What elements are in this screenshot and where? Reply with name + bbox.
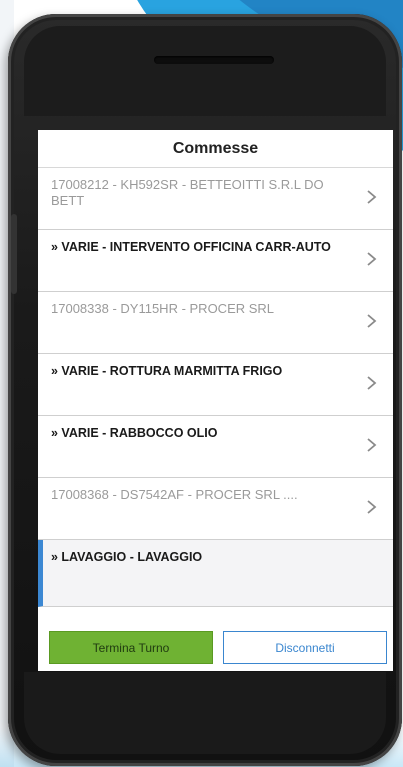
speaker-grille (154, 56, 274, 64)
list-item-label: 17008338 - DY115HR - PROCER SRL (51, 301, 275, 316)
chevron-right-icon (366, 500, 378, 514)
dialog-footer: Termina Turno Disconnetti (38, 621, 393, 671)
termina-turno-button[interactable]: Termina Turno (49, 631, 213, 664)
phone-side-button (11, 214, 17, 294)
phone-bottom-bezel (24, 672, 386, 754)
dialog-title: Commesse (38, 130, 393, 168)
list-item-label: » LAVAGGIO - LAVAGGIO (51, 550, 203, 564)
chevron-right-icon (366, 190, 378, 204)
list-item-label: 17008368 - DS7542AF - PROCER SRL .... (51, 487, 298, 502)
chevron-right-icon (366, 252, 378, 266)
list-item-label: » VARIE - INTERVENTO OFFICINA CARR-AUTO (51, 240, 331, 254)
chevron-right-icon (366, 376, 378, 390)
commesse-list: 17008212 - KH592SR - BETTEOITTI S.R.L DO… (38, 168, 393, 607)
phone-top-bezel (24, 26, 386, 116)
chevron-right-icon (366, 314, 378, 328)
list-item[interactable]: » VARIE - INTERVENTO OFFICINA CARR-AUTO (38, 230, 393, 292)
list-item-label: » VARIE - ROTTURA MARMITTA FRIGO (51, 364, 283, 378)
list-item[interactable]: » VARIE - RABBOCCO OLIO (38, 416, 393, 478)
list-item[interactable]: » VARIE - ROTTURA MARMITTA FRIGO (38, 354, 393, 416)
list-item-label: 17008212 - KH592SR - BETTEOITTI S.R.L DO… (51, 177, 324, 208)
list-item[interactable]: 17008212 - KH592SR - BETTEOITTI S.R.L DO… (38, 168, 393, 230)
phone-frame: Commesse 17008212 - KH592SR - BETTEOITTI… (8, 14, 402, 766)
commesse-dialog: Commesse 17008212 - KH592SR - BETTEOITTI… (38, 130, 393, 671)
list-item[interactable]: 17008338 - DY115HR - PROCER SRL (38, 292, 393, 354)
phone-screen: Commesse 17008212 - KH592SR - BETTEOITTI… (38, 130, 393, 671)
list-item-selected[interactable]: » LAVAGGIO - LAVAGGIO (38, 540, 393, 607)
disconnetti-button[interactable]: Disconnetti (223, 631, 387, 664)
list-item[interactable]: 17008368 - DS7542AF - PROCER SRL .... (38, 478, 393, 540)
list-item-label: » VARIE - RABBOCCO OLIO (51, 426, 218, 440)
chevron-right-icon (366, 438, 378, 452)
